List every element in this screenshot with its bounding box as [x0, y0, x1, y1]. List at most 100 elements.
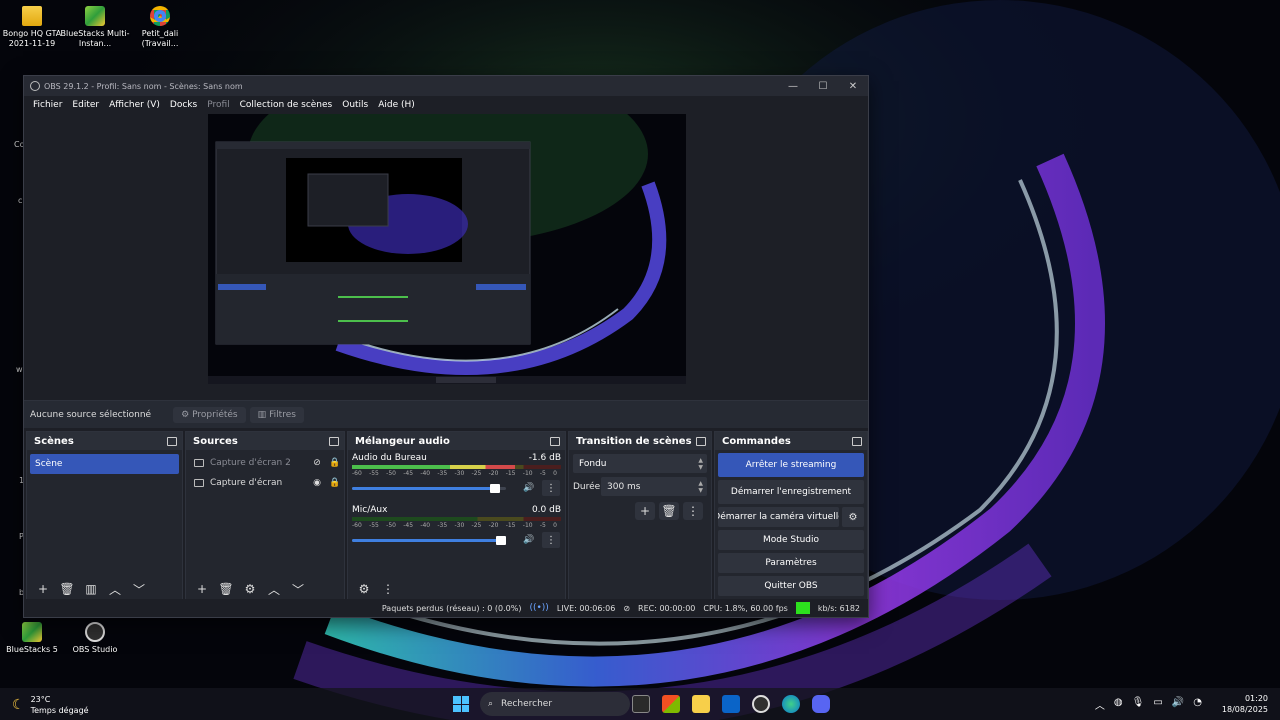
- menu-aide[interactable]: Aide (H): [373, 100, 420, 110]
- store-icon[interactable]: [662, 695, 680, 713]
- move-down-button[interactable]: ﹀: [129, 580, 149, 598]
- add-source-button[interactable]: +: [192, 580, 212, 598]
- properties-button[interactable]: ⚙ Propriétés: [173, 406, 246, 423]
- move-up-button[interactable]: ︿: [264, 580, 284, 598]
- epic-games-icon[interactable]: [632, 695, 650, 713]
- transition-menu-button[interactable]: ⋮: [683, 502, 703, 520]
- stop-streaming-button[interactable]: Arrêter le streaming: [718, 453, 864, 477]
- channel-name: Audio du Bureau: [352, 453, 427, 463]
- window-title: OBS 29.1.2 - Profil: Sans nom - Scènes: …: [44, 81, 243, 91]
- live-time: LIVE: 00:06:06: [556, 603, 616, 613]
- volume-slider[interactable]: [352, 483, 506, 493]
- move-up-button[interactable]: ︿: [105, 580, 125, 598]
- volume-icon[interactable]: 🔊: [1172, 697, 1184, 712]
- file-explorer-icon[interactable]: [692, 695, 710, 713]
- desktop-icon-bluestacks-multi[interactable]: BlueStacks Multi-Instan...: [60, 6, 130, 49]
- windows-start-icon[interactable]: [453, 696, 469, 712]
- undock-icon[interactable]: [167, 436, 177, 446]
- transition-select[interactable]: Fondu ▲ ▼: [573, 454, 707, 473]
- add-scene-button[interactable]: +: [33, 580, 53, 598]
- folder-icon: [22, 6, 42, 26]
- spin-arrows-icon[interactable]: ▲ ▼: [698, 480, 703, 494]
- eye-hidden-icon[interactable]: ⊘: [308, 458, 326, 468]
- eye-icon[interactable]: ◉: [308, 478, 326, 488]
- undock-icon[interactable]: [550, 436, 560, 446]
- window-titlebar[interactable]: OBS 29.1.2 - Profil: Sans nom - Scènes: …: [24, 76, 868, 96]
- remove-transition-button[interactable]: 🗑: [659, 502, 679, 520]
- channel-menu-button[interactable]: ⋮: [542, 532, 560, 548]
- channel-db: -1.6 dB: [528, 453, 561, 463]
- obs-taskbar-icon[interactable]: [752, 695, 770, 713]
- obs-window[interactable]: OBS 29.1.2 - Profil: Sans nom - Scènes: …: [23, 75, 869, 618]
- menu-collection[interactable]: Collection de scènes: [235, 100, 338, 110]
- menu-afficher[interactable]: Afficher (V): [104, 100, 165, 110]
- undock-icon[interactable]: [329, 436, 339, 446]
- microphone-icon[interactable]: 🎙: [1132, 697, 1145, 712]
- scene-item[interactable]: Scène: [30, 454, 179, 474]
- maximize-button[interactable]: ☐: [808, 81, 838, 92]
- advanced-audio-button[interactable]: ⚙: [354, 580, 374, 598]
- scene-filters-button[interactable]: ▥: [81, 580, 101, 598]
- meter-scale: -60 -55 -50 -45 -40 -35 -30 -25 -20 -15 -10 -5 0: [352, 470, 561, 477]
- chevron-up-icon[interactable]: ︿: [1095, 697, 1105, 712]
- quit-obs-button[interactable]: Quitter OBS: [718, 576, 864, 596]
- scenes-dock-header: Scènes: [27, 432, 182, 450]
- tray-app-icon[interactable]: ◍: [1114, 697, 1123, 712]
- start-virtual-camera-button[interactable]: Démarrer la caméra virtuelle: [718, 507, 839, 527]
- rec-time: REC: 00:00:00: [638, 603, 696, 613]
- network-icon[interactable]: ◔: [1193, 697, 1202, 712]
- undock-icon[interactable]: [696, 436, 706, 446]
- volume-slider[interactable]: [352, 535, 506, 545]
- source-name: Capture d'écran: [210, 478, 283, 488]
- add-transition-button[interactable]: +: [635, 502, 655, 520]
- start-recording-button[interactable]: Démarrer l'enregistrement: [718, 480, 864, 504]
- scale-tick: -10: [522, 522, 533, 529]
- sources-dock-header: Sources: [186, 432, 344, 450]
- lock-icon[interactable]: 🔒: [326, 478, 344, 488]
- desktop-icon-petit-dali[interactable]: Petit_dali (Travail...: [125, 6, 195, 49]
- taskbar-search[interactable]: ⌕ Rechercher: [480, 692, 630, 716]
- duration-spinbox[interactable]: 300 ms ▲ ▼: [601, 477, 707, 496]
- menu-fichier[interactable]: Fichier: [28, 100, 67, 110]
- controls-title: Commandes: [722, 435, 791, 447]
- scale-tick: -45: [403, 522, 414, 529]
- settings-button[interactable]: Paramètres: [718, 553, 864, 573]
- scale-tick: -25: [471, 470, 482, 477]
- discord-icon[interactable]: [812, 695, 830, 713]
- mixer-menu-button[interactable]: ⋮: [378, 580, 398, 598]
- display-icon[interactable]: ▭: [1153, 697, 1162, 712]
- menu-outils[interactable]: Outils: [337, 100, 373, 110]
- scale-tick: -55: [369, 522, 379, 529]
- gear-icon[interactable]: ⚙: [842, 507, 864, 527]
- speaker-icon[interactable]: 🔊: [520, 483, 538, 493]
- remove-source-button[interactable]: 🗑: [216, 580, 236, 598]
- menu-profil[interactable]: Profil: [202, 100, 234, 110]
- lock-icon[interactable]: 🔒: [326, 458, 344, 468]
- undock-icon[interactable]: [852, 436, 862, 446]
- source-properties-button[interactable]: ⚙: [240, 580, 260, 598]
- source-item[interactable]: Capture d'écran 2 ⊘ 🔒: [186, 453, 344, 473]
- taskbar-clock[interactable]: 01:20 18/08/2025: [1222, 693, 1268, 715]
- sources-dock: Sources Capture d'écran 2 ⊘ 🔒 Capture d'…: [185, 431, 345, 601]
- menu-docks[interactable]: Docks: [165, 100, 202, 110]
- speaker-icon[interactable]: 🔊: [520, 535, 538, 545]
- close-button[interactable]: ✕: [838, 81, 868, 92]
- edge-icon[interactable]: [782, 695, 800, 713]
- menu-editer[interactable]: Editer: [67, 100, 104, 110]
- desktop-icon-label: OBS Studio: [72, 645, 118, 654]
- desktop-icon-bluestacks-5[interactable]: BlueStacks 5: [0, 622, 67, 655]
- desktop-icon-bongo[interactable]: Bongo HQ GTA 2021-11-19: [0, 6, 67, 49]
- system-tray: ︿ ◍ 🎙 ▭ 🔊 ◔: [1095, 697, 1202, 712]
- channel-menu-button[interactable]: ⋮: [542, 480, 560, 496]
- stream-preview[interactable]: [208, 114, 686, 384]
- studio-mode-button[interactable]: Mode Studio: [718, 530, 864, 550]
- desktop-icon-obs[interactable]: OBS Studio: [60, 622, 130, 655]
- mixer-dock-header: Mélangeur audio: [348, 432, 565, 450]
- filters-button[interactable]: ▥ Filtres: [249, 406, 304, 423]
- move-down-button[interactable]: ﹀: [288, 580, 308, 598]
- outlook-icon[interactable]: [722, 695, 740, 713]
- minimize-button[interactable]: —: [778, 81, 808, 92]
- source-item[interactable]: Capture d'écran ◉ 🔒: [186, 473, 344, 493]
- remove-scene-button[interactable]: 🗑: [57, 580, 77, 598]
- weather-widget[interactable]: ☾ 23°C Temps dégagé: [12, 694, 89, 716]
